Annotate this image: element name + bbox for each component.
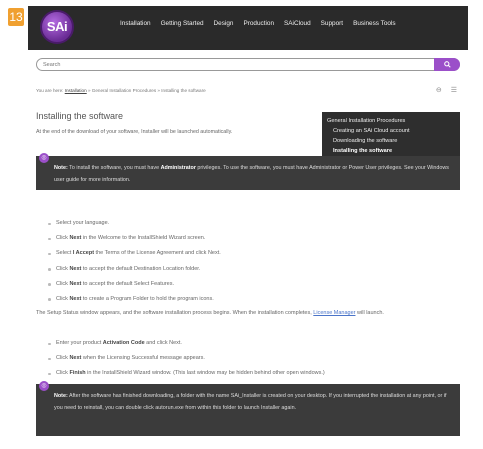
- step-bold: I Accept: [72, 250, 95, 257]
- step-number-badge: 13: [8, 8, 24, 26]
- page-title: Installing the software: [36, 111, 124, 121]
- info-icon: ◎: [39, 153, 49, 163]
- nav-installation[interactable]: Installation: [120, 20, 151, 27]
- search-bar: [36, 58, 460, 71]
- note-text: After the software has finished download…: [54, 393, 447, 411]
- toc-item-install[interactable]: Installing the software: [327, 146, 455, 156]
- license-manager-link[interactable]: License Manager: [313, 310, 355, 316]
- step-text: to accept the default Select Features.: [81, 280, 175, 287]
- list-item: Click Next in the Welcome to the Install…: [48, 231, 221, 246]
- step-bold: Activation Code: [102, 340, 145, 346]
- step-text: Select your language.: [56, 220, 110, 226]
- menu-icon[interactable]: ☰: [451, 86, 457, 94]
- note-text-a: To install the software, you must have: [67, 165, 161, 171]
- main-nav: Installation Getting Started Design Prod…: [120, 20, 406, 27]
- breadcrumb-prefix: You are here:: [36, 88, 65, 93]
- list-item: Enter your product Activation Code and c…: [48, 336, 325, 351]
- site-header: SAi Installation Getting Started Design …: [28, 6, 468, 50]
- print-icon[interactable]: ⊖: [436, 86, 442, 94]
- toc-item-download[interactable]: Downloading the software: [327, 136, 455, 146]
- nav-getting-started[interactable]: Getting Started: [161, 20, 204, 27]
- setup-status-paragraph: The Setup Status window appears, and the…: [36, 308, 452, 319]
- step-text: Click: [56, 370, 70, 377]
- install-steps: Select your language. Click Next in the …: [48, 216, 221, 307]
- list-item: Click Finish in the InstallShield Wizard…: [48, 366, 325, 381]
- page-tools: ⊖ ☰: [436, 86, 457, 94]
- nav-production[interactable]: Production: [243, 20, 274, 27]
- note-installer-folder: ◎ Note: After the software has finished …: [36, 381, 460, 436]
- step-text: to accept the default Destination Locati…: [81, 265, 201, 272]
- intro-text: At the end of the download of your softw…: [36, 129, 233, 135]
- info-icon: ◎: [39, 381, 49, 391]
- step-bold: Next: [69, 265, 82, 272]
- note-bold: Administrator: [160, 165, 196, 171]
- list-item: Click Next to create a Program Folder to…: [48, 292, 221, 307]
- breadcrumb-link-installation[interactable]: Installation: [65, 88, 87, 93]
- note-label: Note:: [54, 393, 68, 399]
- list-item: Click Next to accept the default Select …: [48, 277, 221, 292]
- nav-business-tools[interactable]: Business Tools: [353, 20, 396, 27]
- step-text: in the Welcome to the InstallShield Wiza…: [81, 235, 206, 242]
- step-text: Click: [56, 355, 70, 362]
- step-text: Select: [56, 250, 73, 257]
- note-admin-privileges: ◎ Note: To install the software, you mus…: [36, 153, 460, 190]
- note-label: Note:: [54, 165, 68, 171]
- step-text: Click: [56, 280, 70, 287]
- nav-saicloud[interactable]: SAiCloud: [284, 20, 311, 27]
- toc-heading[interactable]: General Installation Procedures: [327, 116, 455, 126]
- step-text: Click: [56, 265, 70, 272]
- step-text: and click Next.: [144, 340, 182, 346]
- search-button[interactable]: [434, 58, 460, 71]
- para-text: The Setup Status window appears, and the…: [36, 310, 314, 316]
- list-item: Select your language.: [48, 216, 221, 231]
- step-text: Click: [56, 295, 70, 302]
- nav-support[interactable]: Support: [321, 20, 343, 27]
- step-bold: Next: [69, 355, 82, 362]
- search-icon: [443, 61, 451, 68]
- step-text: Enter your product: [56, 340, 103, 346]
- list-item: Click Next to accept the default Destina…: [48, 262, 221, 277]
- sai-logo[interactable]: SAi: [40, 10, 74, 44]
- step-text: Click: [56, 235, 70, 242]
- step-bold: Next: [69, 295, 82, 302]
- step-text: the Terms of the License Agreement and c…: [94, 250, 221, 257]
- logo-text: SAi: [46, 19, 68, 34]
- step-bold: Finish: [69, 370, 86, 377]
- breadcrumb-rest: » General Installation Procedures » Inst…: [86, 88, 206, 93]
- nav-design[interactable]: Design: [214, 20, 234, 27]
- step-bold: Next: [69, 280, 82, 287]
- toc-item-create-account[interactable]: Creating an SAi Cloud account: [327, 126, 455, 136]
- list-item: Select I Accept the Terms of the License…: [48, 246, 221, 261]
- breadcrumb: You are here: Installation » General Ins…: [36, 88, 206, 93]
- step-bold: Next: [69, 235, 82, 242]
- search-input[interactable]: [43, 62, 423, 68]
- list-item: Click Next when the Licensing Successful…: [48, 351, 325, 366]
- para-after: will launch.: [355, 310, 384, 316]
- step-text: when the Licensing Successful message ap…: [81, 355, 205, 362]
- activation-steps: Enter your product Activation Code and c…: [48, 336, 325, 382]
- step-text: in the InstallShield Wizard window. (Thi…: [85, 370, 325, 377]
- step-text: to create a Program Folder to hold the p…: [81, 295, 214, 302]
